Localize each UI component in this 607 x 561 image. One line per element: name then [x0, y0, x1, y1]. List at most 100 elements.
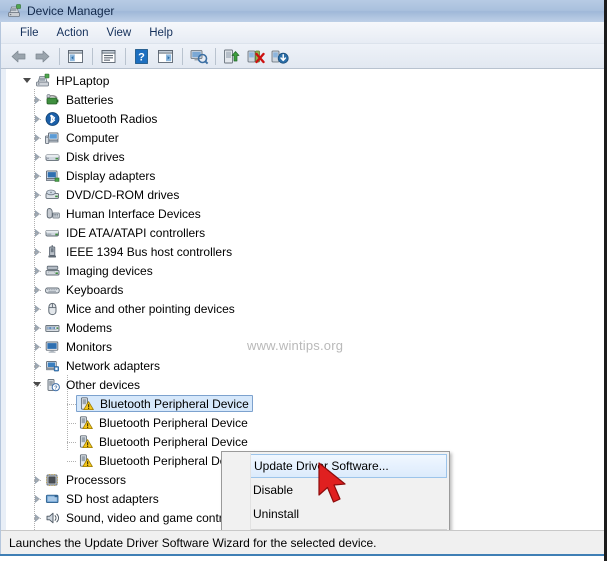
tree-item[interactable]: DVD/CD-ROM drives	[30, 185, 179, 204]
properties-button[interactable]	[97, 45, 120, 67]
tree-item-content: Processors	[44, 472, 126, 488]
update-driver-software-button[interactable]	[220, 45, 243, 67]
tree-item-label: Batteries	[66, 92, 114, 107]
tree-item[interactable]: Display adapters	[30, 166, 155, 185]
tree-item[interactable]: Sound, video and game controllers	[30, 508, 251, 527]
tree-item[interactable]: Disk drives	[30, 147, 125, 166]
battery-icon	[44, 92, 62, 108]
context-menu-item-disable[interactable]: Disable	[222, 478, 449, 502]
toolbar-separator	[215, 47, 216, 65]
tree-item[interactable]: Bluetooth Peripheral Device	[63, 413, 248, 432]
tree-item[interactable]: IDE ATA/ATAPI controllers	[30, 223, 205, 242]
tree-item[interactable]: SD host adapters	[30, 489, 159, 508]
tree-guide-line	[34, 233, 42, 234]
tree-item[interactable]: Human Interface Devices	[30, 204, 201, 223]
sd-host-adapter-icon	[44, 491, 62, 507]
tree-guide-line	[34, 385, 42, 386]
tree-item-label: Computer	[66, 130, 119, 145]
tree-item-label: Disk drives	[66, 149, 125, 164]
tree-item[interactable]: Mice and other pointing devices	[30, 299, 235, 318]
toolbar-separator	[92, 47, 93, 65]
tree-guide-line	[34, 366, 42, 367]
context-menu-item-update-driver-software[interactable]: Update Driver Software...	[224, 454, 447, 478]
forward-button[interactable]	[31, 45, 54, 67]
tree-item[interactable]: Computer	[30, 128, 119, 147]
tree-item-label: Imaging devices	[66, 263, 153, 278]
sound-icon	[44, 510, 62, 526]
tree-guide-line	[34, 157, 42, 158]
tree-item[interactable]: IEEE 1394 Bus host controllers	[30, 242, 232, 261]
tree-item-label: DVD/CD-ROM drives	[66, 187, 180, 202]
help-button[interactable]: ?	[130, 45, 153, 67]
tree-item[interactable]: Imaging devices	[30, 261, 153, 280]
scan-for-hardware-changes-button[interactable]	[187, 45, 210, 67]
tree-item-content: SD host adapters	[44, 491, 159, 507]
status-bar-text: Launches the Update Driver Software Wiza…	[9, 535, 377, 550]
tree-item[interactable]: Modems	[30, 318, 112, 337]
menu-action[interactable]: Action	[48, 25, 98, 41]
tree-item-label: Bluetooth Peripheral Device	[99, 434, 248, 449]
tree-item-label: Keyboards	[66, 282, 124, 297]
tree-guide-line	[67, 423, 77, 424]
tree-item-content: Monitors	[44, 339, 112, 355]
tree-item-content: Network adapters	[44, 358, 160, 374]
watermark-text: www.wintips.org	[247, 338, 344, 353]
toolbar-separator	[59, 47, 60, 65]
display-adapter-icon	[44, 168, 62, 184]
tree-item[interactable]: Batteries	[30, 90, 113, 109]
tree-item[interactable]: Keyboards	[30, 280, 123, 299]
network-adapter-icon	[44, 358, 62, 374]
tree-guide-line	[34, 328, 42, 329]
toolbar-separator	[125, 47, 126, 65]
status-bar: Launches the Update Driver Software Wiza…	[1, 530, 604, 554]
context-menu-item-uninstall[interactable]: Uninstall	[222, 502, 449, 526]
svg-text:?: ?	[54, 385, 58, 391]
tree-guide-line	[34, 252, 42, 253]
disk-drive-icon	[44, 149, 62, 165]
tree-item[interactable]: Bluetooth Radios	[30, 109, 157, 128]
tree-guide-line	[34, 271, 42, 272]
warning-device-icon	[77, 453, 95, 469]
tree-item-content: Bluetooth Peripheral Device	[77, 434, 248, 450]
device-tree-panel[interactable]: www.wintips.org HPLaptop Batteries Bluet…	[1, 69, 604, 530]
context-menu-separator	[224, 529, 447, 530]
disable-device-button[interactable]	[268, 45, 291, 67]
bluetooth-icon	[44, 111, 62, 127]
tree-item-label: Display adapters	[66, 168, 156, 183]
back-button[interactable]	[7, 45, 30, 67]
tree-guide-line	[34, 499, 42, 500]
tree-guide-line	[34, 290, 42, 291]
tree-item-selected[interactable]: Bluetooth Peripheral Device	[63, 394, 253, 413]
show-hide-action-pane-button[interactable]	[154, 45, 177, 67]
menu-view[interactable]: View	[98, 25, 141, 41]
hid-icon	[44, 206, 62, 222]
context-menu[interactable]: Update Driver Software... Disable Uninst…	[221, 451, 450, 530]
computer-icon	[44, 130, 62, 146]
tree-item-label: Modems	[66, 320, 113, 335]
warning-device-icon	[77, 415, 95, 431]
tree-item-content: Mice and other pointing devices	[44, 301, 235, 317]
tree-guide-line	[34, 100, 42, 101]
uninstall-device-button[interactable]	[244, 45, 267, 67]
tree-guide-line	[34, 309, 42, 310]
ide-controller-icon	[44, 225, 62, 241]
tree-item-content: Disk drives	[44, 149, 125, 165]
tree-item[interactable]: ? Other devices	[30, 375, 140, 394]
tree-item[interactable]: Bluetooth Peripheral Device	[63, 432, 248, 451]
expander-open-icon[interactable]	[20, 71, 34, 90]
tree-item-root[interactable]: HPLaptop	[20, 71, 109, 90]
tree-item[interactable]: Processors	[30, 470, 126, 489]
tree-item[interactable]: Network adapters	[30, 356, 160, 375]
show-hide-console-tree-button[interactable]	[64, 45, 87, 67]
tree-item-content: ? Other devices	[44, 377, 140, 393]
menu-file[interactable]: File	[11, 25, 48, 41]
tree-item-content: Bluetooth Peripheral Device	[76, 395, 253, 412]
tree-item[interactable]: Monitors	[30, 337, 112, 356]
dvd-drive-icon	[44, 187, 62, 203]
tree-item-label: Other devices	[66, 377, 141, 392]
tree-item-content: Bluetooth Radios	[44, 111, 157, 127]
tree-guide-line	[34, 347, 42, 348]
tree-guide-line	[34, 138, 42, 139]
other-device-icon: ?	[44, 377, 62, 393]
menu-help[interactable]: Help	[140, 25, 182, 41]
